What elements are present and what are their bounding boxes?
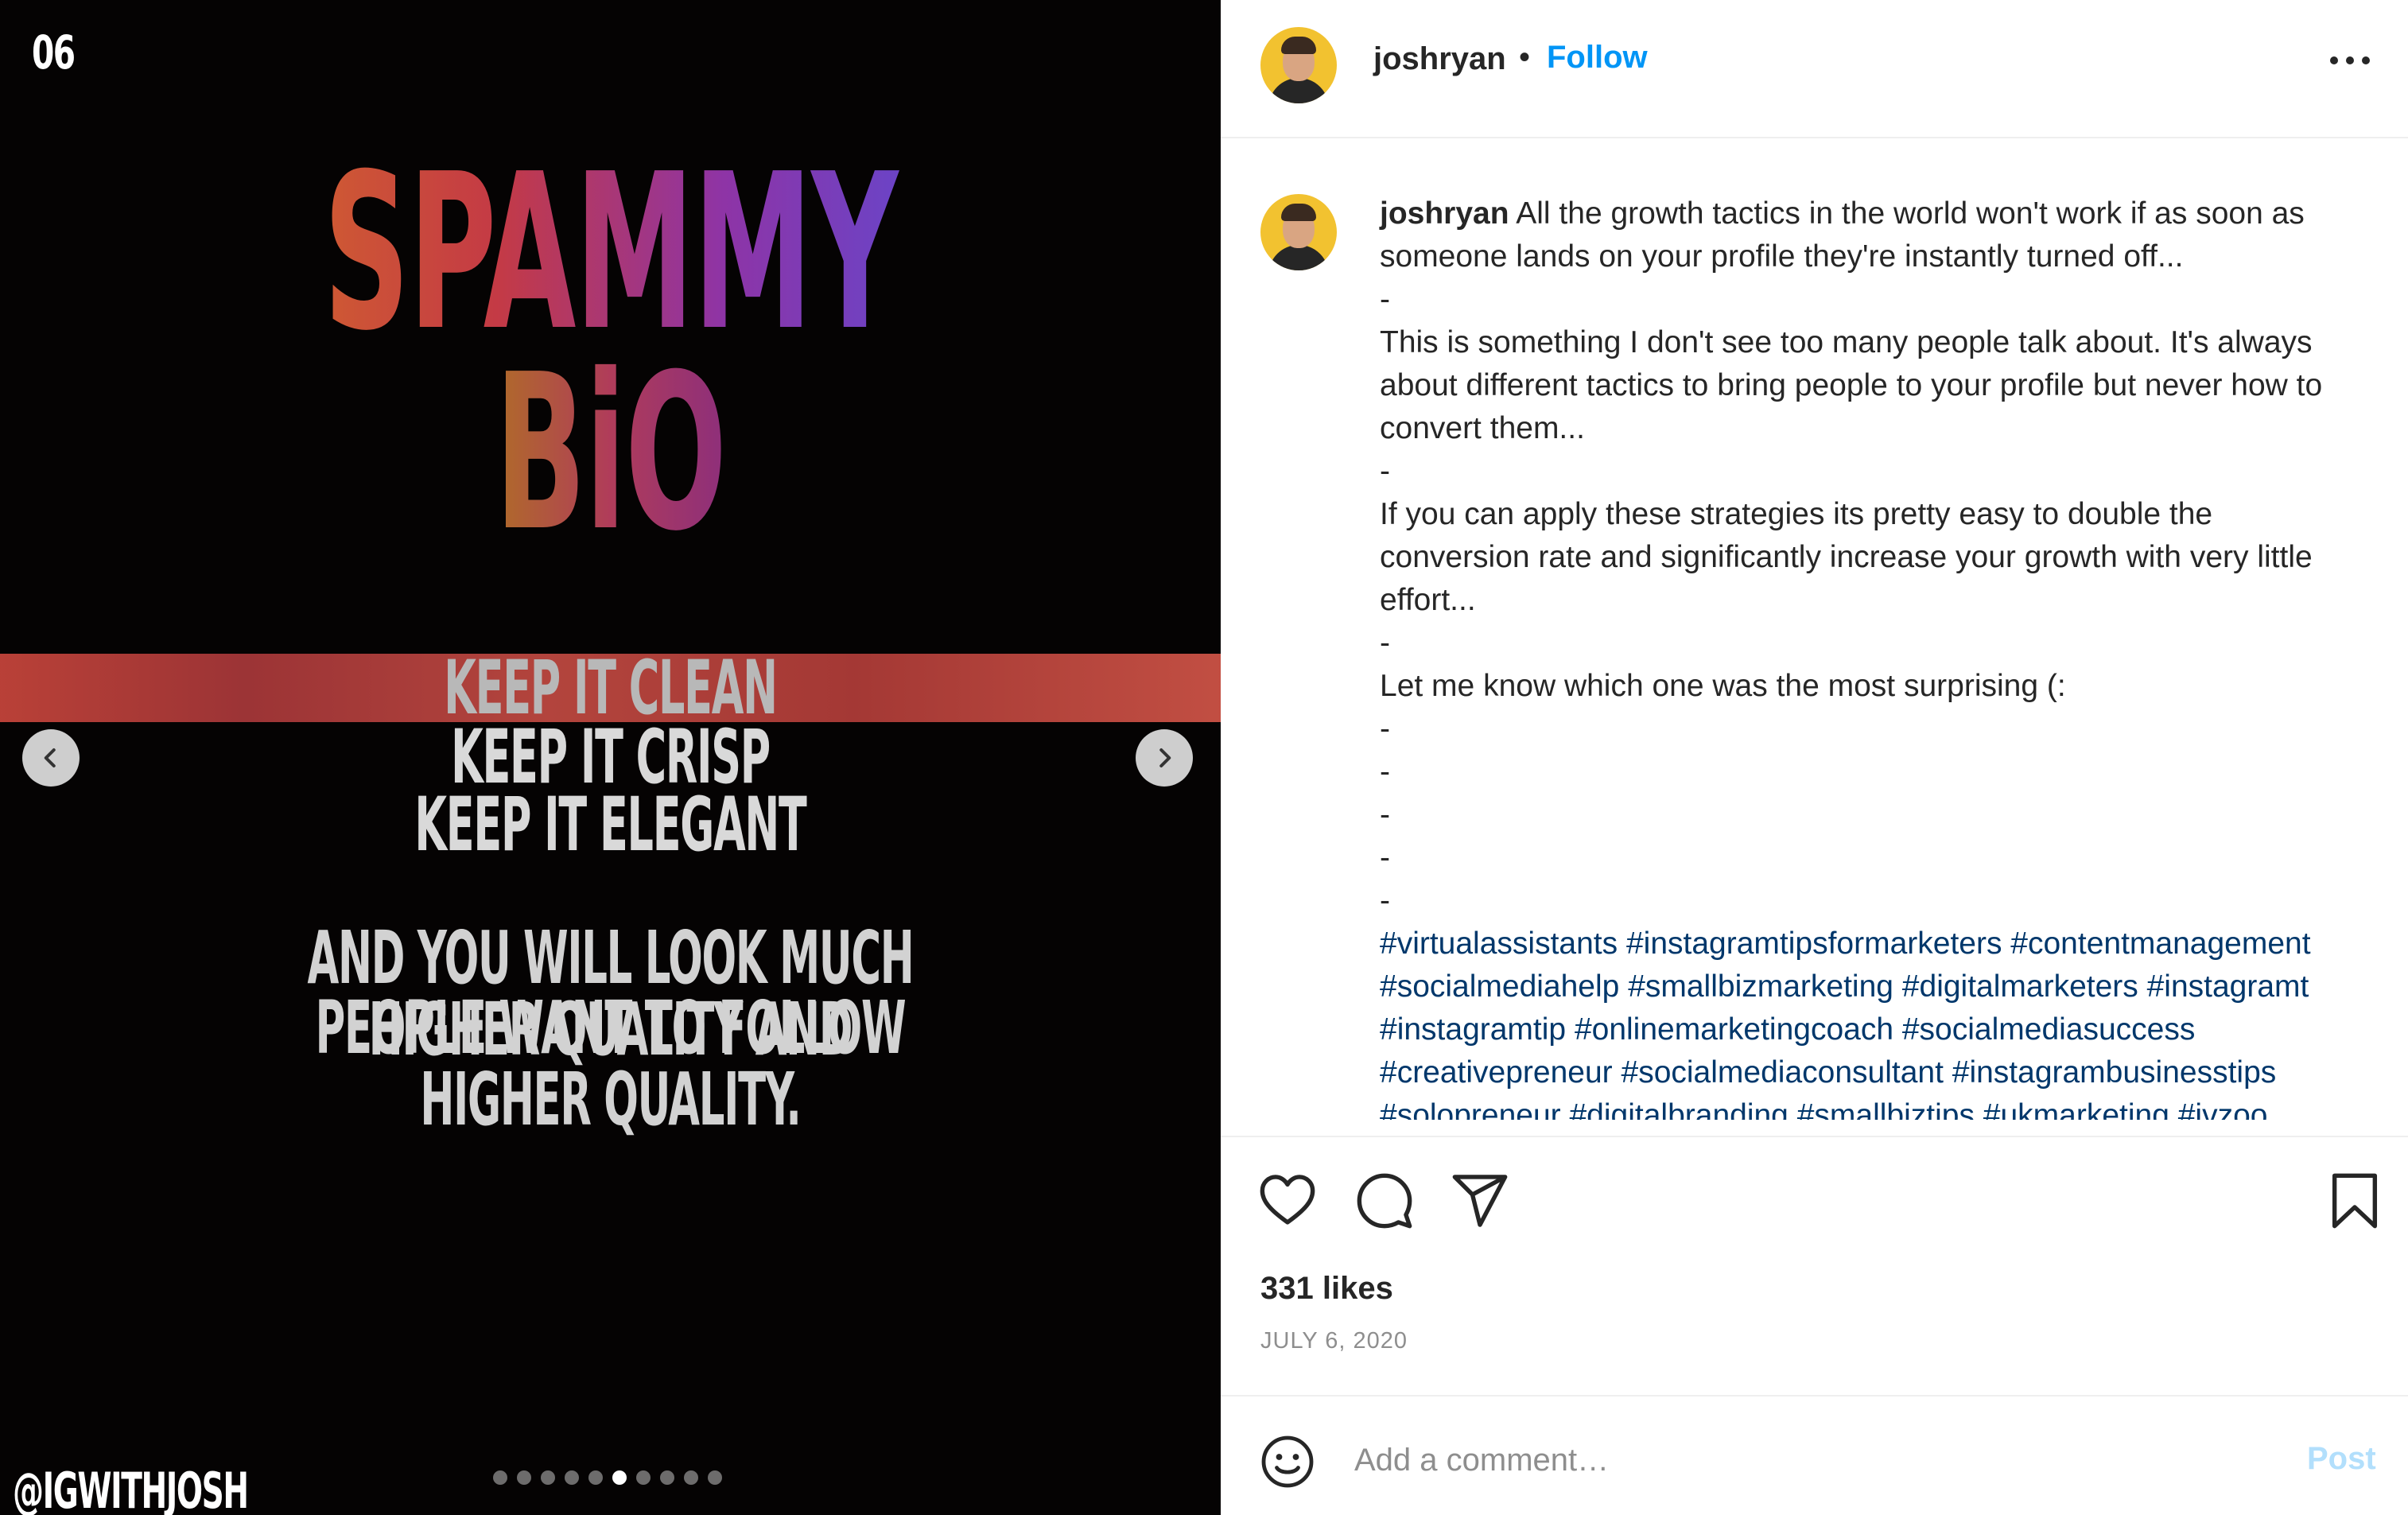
hashtag-line[interactable]: #creativepreneur #socialmediaconsultant … bbox=[1380, 1051, 2382, 1094]
post-media[interactable]: 06 SPAMMY BiO KEEP IT CLEAN KEEP IT CRIS… bbox=[0, 0, 1221, 1515]
bookmark-icon[interactable] bbox=[2324, 1171, 2385, 1231]
previous-slide-button[interactable] bbox=[22, 729, 80, 787]
hashtag-line[interactable]: #socialmediahelp #smallbizmarketing #dig… bbox=[1380, 965, 2382, 1008]
carousel-dot bbox=[517, 1470, 531, 1485]
caption-line: If you can apply these strategies its pr… bbox=[1380, 497, 2213, 531]
carousel-dot bbox=[565, 1470, 579, 1485]
caption-line: - bbox=[1380, 282, 1390, 317]
carousel-dot bbox=[612, 1470, 627, 1485]
carousel-dot bbox=[541, 1470, 555, 1485]
header-username-link[interactable]: joshryan bbox=[1373, 41, 1506, 77]
slide-body-line2: PEOPLE WANT TO FOLLOW HIGHER QUALITY. bbox=[315, 985, 907, 1142]
caption-text: joshryan All the growth tactics in the w… bbox=[1380, 192, 2382, 1120]
slide-title-line2: BiO bbox=[232, 342, 989, 565]
caption-line: - bbox=[1380, 712, 1390, 746]
caption-line: - bbox=[1380, 755, 1390, 789]
caption-avatar[interactable] bbox=[1260, 194, 1337, 270]
caption-line: - bbox=[1380, 841, 1390, 875]
likes-count[interactable]: 331 likes bbox=[1260, 1271, 1393, 1307]
chevron-left-icon bbox=[44, 748, 56, 767]
caption-line: someone lands on your profile they're in… bbox=[1380, 239, 2184, 274]
carousel-dot bbox=[684, 1470, 698, 1485]
comment-bar: Post bbox=[1221, 1395, 2408, 1515]
caption-line: - bbox=[1380, 626, 1390, 660]
caption-line: Let me know which one was the most surpr… bbox=[1380, 669, 2066, 703]
caption-line: convert them... bbox=[1380, 411, 1585, 445]
carousel-dots bbox=[493, 1470, 722, 1486]
caption-line: - bbox=[1380, 454, 1390, 488]
post-header: joshryan • Follow bbox=[1221, 0, 2408, 138]
caption-line: - bbox=[1380, 798, 1390, 832]
slide-number: 06 bbox=[32, 25, 76, 80]
caption-line: - bbox=[1380, 884, 1390, 918]
carousel-dot bbox=[708, 1470, 722, 1485]
caption-area[interactable]: joshryan All the growth tactics in the w… bbox=[1221, 140, 2408, 1120]
heart-icon[interactable] bbox=[1257, 1171, 1318, 1231]
watermark: @IGWITHJOSH bbox=[13, 1462, 249, 1515]
caption-username-link[interactable]: joshryan bbox=[1380, 196, 1509, 231]
tagline-3: KEEP IT ELEGANT bbox=[414, 782, 806, 868]
carousel-dot bbox=[493, 1470, 507, 1485]
separator-dot: • bbox=[1519, 40, 1531, 75]
caption-line: effort... bbox=[1380, 583, 1476, 617]
caption-line-text: All the growth tactics in the world won'… bbox=[1516, 196, 2305, 231]
post-comment-button[interactable]: Post bbox=[2307, 1441, 2376, 1477]
follow-button[interactable]: Follow bbox=[1547, 40, 1648, 76]
next-slide-button[interactable] bbox=[1136, 729, 1193, 787]
post-actions: 331 likes JULY 6, 2020 bbox=[1221, 1136, 2408, 1374]
carousel-dot bbox=[660, 1470, 674, 1485]
comment-input[interactable] bbox=[1354, 1428, 2229, 1492]
caption-line: conversion rate and significantly increa… bbox=[1380, 540, 2313, 574]
chevron-right-icon bbox=[1159, 748, 1171, 767]
comment-bubble-icon[interactable] bbox=[1354, 1171, 1415, 1231]
carousel-dot bbox=[636, 1470, 651, 1485]
post-date[interactable]: JULY 6, 2020 bbox=[1260, 1328, 1408, 1354]
paper-plane-icon[interactable] bbox=[1450, 1171, 1510, 1231]
caption-line: joshryan All the growth tactics in the w… bbox=[1380, 192, 2382, 235]
hashtag-line[interactable]: #solopreneur #digitalbranding #smallbizt… bbox=[1380, 1094, 2382, 1120]
smiley-icon[interactable] bbox=[1259, 1433, 1316, 1490]
more-options-icon[interactable] bbox=[2330, 49, 2378, 72]
caption-line: about different tactics to bring people … bbox=[1380, 368, 2323, 402]
carousel-dot bbox=[588, 1470, 603, 1485]
hashtag-line[interactable]: #instagramtip #onlinemarketingcoach #soc… bbox=[1380, 1008, 2382, 1051]
avatar[interactable] bbox=[1260, 27, 1337, 103]
hashtag-line[interactable]: #virtualassistants #instagramtipsformark… bbox=[1380, 923, 2382, 965]
post-side-panel: joshryan • Follow joshryan All the growt… bbox=[1221, 0, 2408, 1515]
caption-line: This is something I don't see too many p… bbox=[1380, 325, 2313, 359]
